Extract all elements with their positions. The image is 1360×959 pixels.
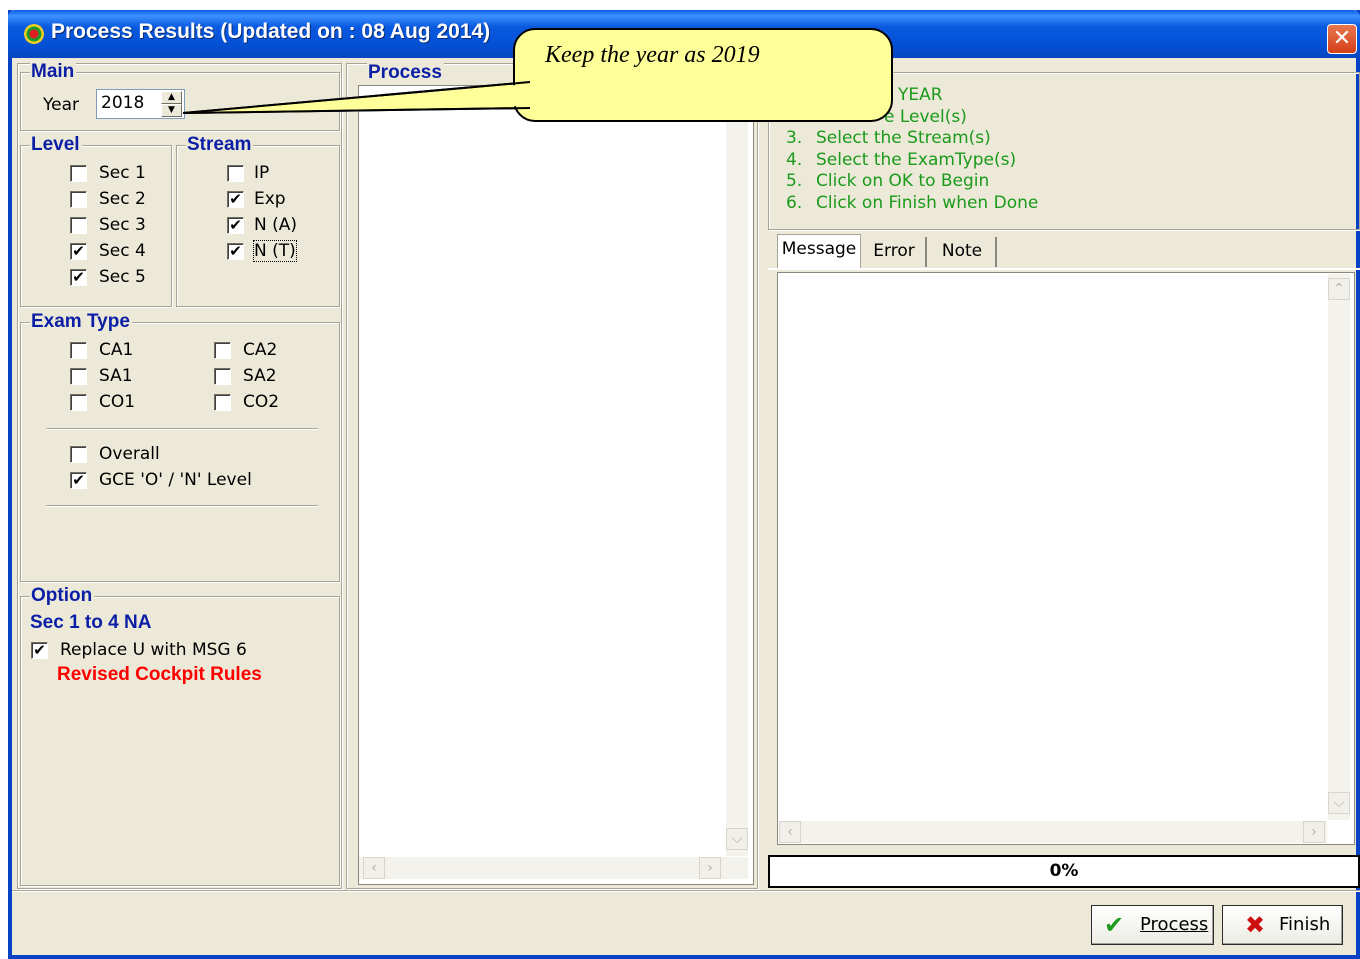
level-5-label[interactable]: Sec 5 (99, 267, 146, 287)
level-4-checkbox[interactable]: ✔ (70, 243, 87, 260)
tab-message[interactable]: Message (777, 234, 861, 268)
replace-u-checkbox[interactable]: ✔ (31, 642, 48, 659)
level-1-label[interactable]: Sec 1 (99, 163, 146, 183)
exam-gce-checkbox[interactable]: ✔ (70, 472, 87, 489)
level-2-label[interactable]: Sec 2 (99, 189, 146, 209)
level-1-checkbox[interactable] (70, 165, 87, 182)
exam-co2-checkbox[interactable] (214, 394, 231, 411)
exam-sa2-checkbox[interactable] (214, 368, 231, 385)
exam-sa2-label[interactable]: SA2 (243, 366, 277, 386)
exam-ca1-label[interactable]: CA1 (99, 340, 133, 360)
exam-sa1-label[interactable]: SA1 (99, 366, 133, 386)
stream-3-label[interactable]: N (T) (253, 240, 297, 262)
exam-co1-label[interactable]: CO1 (99, 392, 135, 412)
stream-0-checkbox[interactable] (227, 165, 244, 182)
exam-overall-label[interactable]: Overall (99, 444, 160, 464)
exam-sa1-checkbox[interactable] (70, 368, 87, 385)
replace-u-label[interactable]: Replace U with MSG 6 (60, 640, 247, 660)
level-3-checkbox[interactable] (70, 217, 87, 234)
exam-ca2-label[interactable]: CA2 (243, 340, 277, 360)
exam-co2-label[interactable]: CO2 (243, 392, 279, 412)
stream-1-checkbox[interactable]: ✔ (227, 191, 244, 208)
tab-error[interactable]: Error (863, 237, 927, 267)
exam-co1-checkbox[interactable] (70, 394, 87, 411)
level-5-checkbox[interactable]: ✔ (70, 269, 87, 286)
exam-overall-checkbox[interactable] (70, 446, 87, 463)
stream-3-checkbox[interactable]: ✔ (227, 243, 244, 260)
exam-gce-label[interactable]: GCE 'O' / 'N' Level (99, 470, 252, 490)
level-4-label[interactable]: Sec 4 (99, 241, 146, 261)
level-2-checkbox[interactable] (70, 191, 87, 208)
exam-ca2-checkbox[interactable] (214, 342, 231, 359)
tab-note[interactable]: Note (929, 237, 997, 267)
stream-2-checkbox[interactable]: ✔ (227, 217, 244, 234)
exam-ca1-checkbox[interactable] (70, 342, 87, 359)
stream-2-label[interactable]: N (A) (254, 215, 297, 235)
stream-1-label[interactable]: Exp (254, 189, 286, 209)
callout-text: Keep the year as 2019 (545, 42, 760, 68)
level-3-label[interactable]: Sec 3 (99, 215, 146, 235)
stream-0-label[interactable]: IP (254, 163, 269, 183)
